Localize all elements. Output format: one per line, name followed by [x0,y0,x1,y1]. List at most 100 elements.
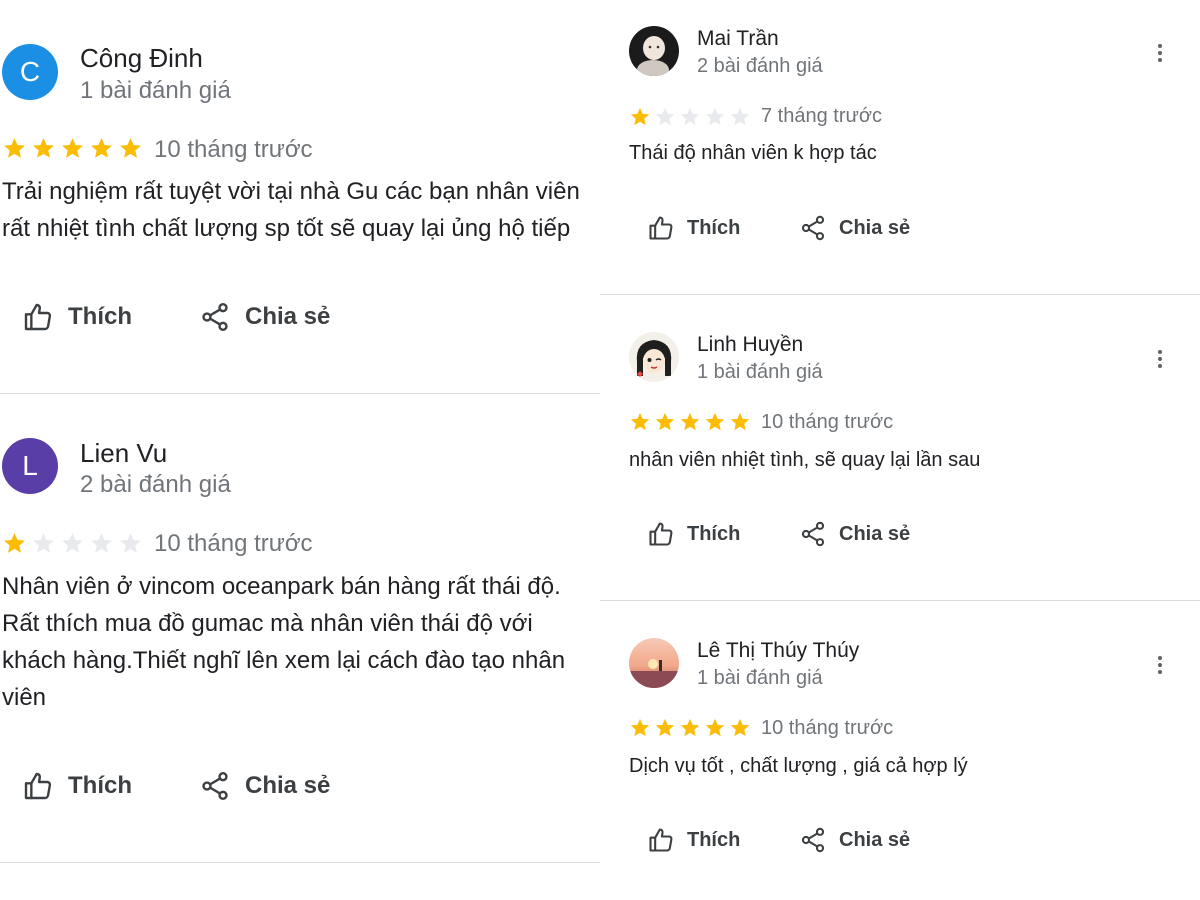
star-filled-icon [680,718,700,737]
share-label: Chia sẻ [839,216,911,239]
review-text: nhân viên nhiệt tình, sẽ quay lại lần sa… [629,449,981,471]
star-empty-icon [680,107,700,126]
avatar-letter: L [22,450,38,481]
thumbs-up-icon [649,828,673,852]
star-filled-icon [4,533,25,553]
share-icon [202,772,228,800]
star-empty-icon [33,533,54,553]
share-icon [801,215,825,241]
like-button[interactable]: Thích [647,520,740,548]
share-icon [202,303,228,331]
star-filled-icon [33,138,54,158]
review-text: Thái độ nhân viên k hợp tác [629,142,877,164]
thumbs-up-icon [24,772,52,800]
right-review-panel: Mai Trần 2 bài đánh giá 7 tháng trước Th… [600,0,1200,900]
thumbs-up-icon [649,216,673,240]
avatar[interactable]: L [2,438,58,494]
star-empty-icon [120,533,141,553]
baby-photo-avatar[interactable] [629,26,679,76]
star-rating [2,531,143,556]
sunset-photo-avatar[interactable] [629,638,679,688]
reviewer-name[interactable]: Công Đinh [80,43,203,74]
star-filled-icon [655,412,675,431]
reviewer-name[interactable]: Lê Thị Thúy Thúy [697,639,859,663]
review-text: Dịch vụ tốt , chất lượng , giá cả hợp lý [629,755,968,777]
star-rating [629,717,751,739]
review-text-line: rất nhiệt tình chất lượng sp tốt sẽ quay… [2,215,571,242]
reviewer-name[interactable]: Lien Vu [80,438,167,469]
star-filled-icon [120,138,141,158]
star-filled-icon [655,718,675,737]
star-rating [629,106,751,128]
share-button[interactable]: Chia sẻ [199,770,330,802]
star-filled-icon [730,412,750,431]
like-button[interactable]: Thích [647,826,740,854]
star-filled-icon [91,138,112,158]
like-label: Thích [687,828,741,851]
share-label: Chia sẻ [245,772,331,799]
share-label: Chia sẻ [245,303,331,330]
share-label: Chia sẻ [839,828,911,851]
share-button[interactable]: Chia sẻ [799,520,910,548]
review-text-line: khách hàng.Thiết nghĩ lên xem lại cách đ… [2,647,566,674]
like-button[interactable]: Thích [22,301,132,333]
star-filled-icon [630,107,650,126]
star-filled-icon [4,138,25,158]
review-item: Linh Huyền 1 bài đánh giá 10 tháng trước… [600,295,1200,600]
star-filled-icon [680,412,700,431]
review-count: 1 bài đánh giá [697,361,823,383]
thumbs-up-icon [649,522,673,546]
star-filled-icon [62,138,83,158]
share-icon [801,521,825,547]
review-item: L Lien Vu 2 bài đánh giá 10 tháng trước … [0,394,600,862]
review-item: Mai Trần 2 bài đánh giá 7 tháng trước Th… [600,0,1200,294]
review-text-line: Rất thích mua đồ gumac mà nhân viên thái… [2,610,533,637]
like-label: Thích [68,772,132,799]
more-options-button[interactable] [1150,651,1170,679]
review-text-line: Nhân viên ở vincom oceanpark bán hàng rấ… [2,573,561,600]
more-options-button[interactable] [1150,345,1170,373]
review-time: 10 tháng trước [154,530,313,557]
share-label: Chia sẻ [839,522,911,545]
cartoon-girl-icon [629,332,679,382]
share-button[interactable]: Chia sẻ [799,214,910,242]
more-options-button[interactable] [1150,39,1170,67]
review-text-line: viên [2,684,47,711]
divider [0,862,600,863]
review-text: Nhân viên ở vincom oceanpark bán hàng rấ… [2,568,600,716]
share-button[interactable]: Chia sẻ [799,826,910,854]
like-button[interactable]: Thích [647,214,740,242]
like-label: Thích [687,522,741,545]
review-time: 10 tháng trước [154,136,313,163]
review-text-line: Trải nghiệm rất tuyệt vời tại nhà Gu các… [2,178,580,205]
reviewer-name[interactable]: Mai Trần [697,27,779,51]
like-button[interactable]: Thích [22,770,132,802]
star-empty-icon [91,533,112,553]
cartoon-girl-avatar[interactable] [629,332,679,382]
star-rating [629,411,751,433]
review-item: Lê Thị Thúy Thúy 1 bài đánh giá 10 tháng… [600,601,1200,900]
star-filled-icon [630,412,650,431]
baby-photo-icon [629,26,679,76]
review-time: 10 tháng trước [761,411,894,433]
review-count: 2 bài đánh giá [697,55,823,77]
star-filled-icon [705,412,725,431]
like-label: Thích [687,216,741,239]
star-filled-icon [730,718,750,737]
review-item: C Công Đinh 1 bài đánh giá 10 tháng trướ… [0,0,600,393]
avatar-letter: C [19,56,41,87]
like-label: Thích [68,303,132,330]
review-count: 2 bài đánh giá [80,471,231,498]
review-count: 1 bài đánh giá [80,77,231,104]
sunset-photo-icon [629,638,679,688]
share-button[interactable]: Chia sẻ [199,301,330,333]
star-rating [2,136,143,161]
review-time: 10 tháng trước [761,717,894,739]
reviewer-name[interactable]: Linh Huyền [697,333,803,357]
star-empty-icon [62,533,83,553]
share-icon [801,827,825,853]
avatar[interactable]: C [2,44,58,100]
star-filled-icon [630,718,650,737]
thumbs-up-icon [24,303,52,331]
star-empty-icon [705,107,725,126]
